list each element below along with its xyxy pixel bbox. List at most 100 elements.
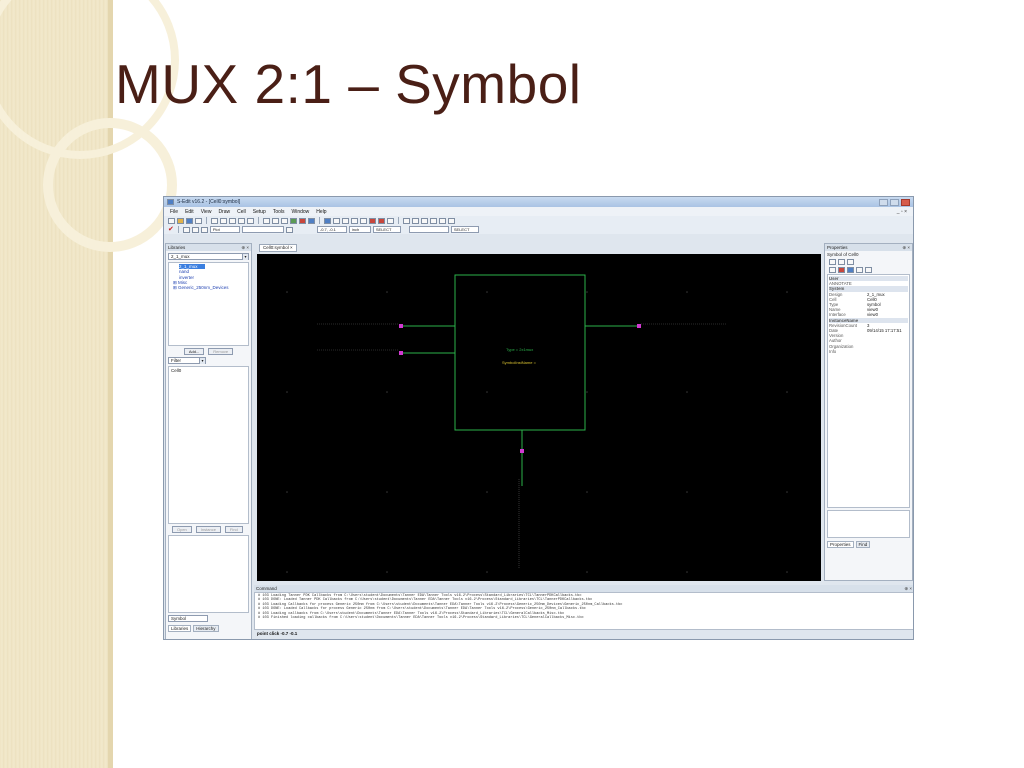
arrow-icon[interactable] bbox=[200, 226, 208, 233]
property-description bbox=[827, 510, 910, 538]
simulate-icon[interactable] bbox=[290, 217, 297, 224]
new-property-icon[interactable] bbox=[829, 259, 836, 265]
undo-icon[interactable] bbox=[238, 217, 245, 224]
command-log: # 103 Loading Tanner PDK Callbacks from … bbox=[254, 592, 913, 630]
panel-pin-icon[interactable]: ⊕ × bbox=[241, 244, 249, 251]
menu-item-file[interactable]: File bbox=[170, 209, 178, 215]
units-select[interactable]: inch bbox=[348, 226, 371, 233]
schematic-canvas[interactable]: Type = 2x1mux SymbolInstName = bbox=[257, 254, 821, 581]
pin-property-icon[interactable] bbox=[838, 267, 845, 273]
text-tool-icon[interactable] bbox=[387, 217, 394, 224]
property-key: Info bbox=[829, 348, 837, 354]
cut-icon[interactable] bbox=[211, 217, 218, 224]
filter-select[interactable]: Filter ▾ bbox=[168, 357, 206, 364]
layer-select[interactable]: Plot bbox=[209, 226, 240, 233]
mdi-controls[interactable]: _ ▫ × bbox=[897, 209, 907, 215]
box-tool-icon[interactable] bbox=[333, 217, 340, 224]
port-bidir-icon[interactable] bbox=[448, 217, 455, 224]
check-icon[interactable]: ✔ bbox=[168, 226, 174, 233]
toolbar-secondary: ✔ Plot -0.7, -0.1 inch SELECT SELECT bbox=[164, 225, 913, 234]
properties-panel: Properties ⊕ × Symbol of Cell0 User ANNOT… bbox=[824, 243, 913, 581]
circle-tool-icon[interactable] bbox=[351, 217, 358, 224]
style-select[interactable] bbox=[241, 226, 284, 233]
remove-library-button[interactable]: Remove bbox=[208, 348, 234, 355]
pin-tool-icon[interactable] bbox=[378, 217, 385, 224]
mode-select-2[interactable]: SELECT bbox=[450, 226, 479, 233]
tab-properties[interactable]: Properties bbox=[827, 541, 854, 548]
menu-item-window[interactable]: Window bbox=[292, 209, 310, 215]
tree-item-generic-250nm[interactable]: ⊞ Generic_250nm_Devices bbox=[173, 285, 244, 290]
minimize-icon[interactable] bbox=[879, 198, 888, 206]
eval-icon[interactable] bbox=[856, 267, 863, 273]
zoom-out-icon[interactable] bbox=[272, 217, 279, 224]
port-in-icon[interactable] bbox=[430, 217, 437, 224]
maximize-icon[interactable] bbox=[890, 198, 899, 206]
align-icon[interactable] bbox=[403, 217, 410, 224]
new-icon[interactable] bbox=[168, 217, 175, 224]
select-tool-icon[interactable] bbox=[324, 217, 331, 224]
rotate-icon[interactable] bbox=[412, 217, 419, 224]
tab-find[interactable]: Find bbox=[855, 541, 871, 548]
pin-out-marker[interactable] bbox=[637, 324, 641, 328]
print-icon[interactable] bbox=[195, 217, 202, 224]
open-icon[interactable] bbox=[177, 217, 184, 224]
polygon-tool-icon[interactable] bbox=[342, 217, 349, 224]
panel-pin-icon[interactable]: ⊕ × bbox=[902, 244, 910, 251]
flip-icon[interactable] bbox=[421, 217, 428, 224]
properties-toolbar-2 bbox=[825, 266, 912, 274]
port-out-icon[interactable] bbox=[439, 217, 446, 224]
cell-item[interactable]: Cell0 bbox=[171, 368, 246, 373]
mode-field-blank[interactable] bbox=[408, 226, 449, 233]
zoom-in-icon[interactable] bbox=[263, 217, 270, 224]
panel-pin-icon[interactable]: ⊕ × bbox=[904, 585, 912, 592]
color-icon[interactable] bbox=[285, 226, 293, 233]
property-row[interactable]: Info bbox=[829, 349, 908, 354]
view-field[interactable]: Symbol bbox=[168, 615, 208, 622]
menu-bar: File Edit View Draw Cell Setup Tools Window Help… bbox=[164, 207, 913, 216]
pin-b-marker[interactable] bbox=[399, 351, 403, 355]
tab-cell0-symbol[interactable]: Cell0:symbol × bbox=[259, 244, 297, 252]
open-cell-button[interactable]: Open bbox=[172, 526, 192, 533]
color-property-icon[interactable] bbox=[847, 267, 854, 273]
close-icon[interactable] bbox=[901, 198, 910, 206]
menu-item-edit[interactable]: Edit bbox=[185, 209, 194, 215]
snap-icon[interactable] bbox=[182, 226, 190, 233]
netlist-icon[interactable] bbox=[308, 217, 315, 224]
delete-property-icon[interactable] bbox=[838, 259, 845, 265]
menu-item-setup[interactable]: Setup bbox=[253, 209, 266, 215]
add-library-button[interactable]: Add... bbox=[183, 348, 205, 355]
redo-icon[interactable] bbox=[247, 217, 254, 224]
chevron-down-icon[interactable]: ▾ bbox=[242, 254, 248, 260]
zoom-fit-icon[interactable] bbox=[281, 217, 288, 224]
mux-symbol-body[interactable] bbox=[454, 274, 586, 431]
view-list bbox=[168, 535, 249, 613]
instance-cell-button[interactable]: Instance bbox=[195, 526, 221, 533]
pin-a-marker[interactable] bbox=[399, 324, 403, 328]
paste-icon[interactable] bbox=[229, 217, 236, 224]
stop-icon[interactable] bbox=[299, 217, 306, 224]
menu-item-view[interactable]: View bbox=[201, 209, 212, 215]
tab-hierarchy[interactable]: Hierarchy bbox=[193, 625, 219, 632]
menu-item-help[interactable]: Help bbox=[316, 209, 326, 215]
tree-item-generic-label: Generic_250nm_Devices bbox=[178, 285, 229, 291]
category-icon[interactable] bbox=[829, 267, 836, 273]
filter-label: Filter bbox=[171, 358, 181, 363]
command-input[interactable]: point click -0.7 -0.1 bbox=[254, 630, 913, 637]
save-icon[interactable] bbox=[186, 217, 193, 224]
grid-icon[interactable] bbox=[191, 226, 199, 233]
menu-item-tools[interactable]: Tools bbox=[273, 209, 285, 215]
find-cell-button[interactable]: Find bbox=[224, 526, 243, 533]
line-tool-icon[interactable] bbox=[360, 217, 367, 224]
copy-icon[interactable] bbox=[220, 217, 227, 224]
library-select[interactable]: 2_1_mux ▾ bbox=[168, 253, 249, 260]
command-window-title: Command bbox=[256, 586, 277, 591]
mode-select-1[interactable]: SELECT bbox=[372, 226, 401, 233]
pin-sel-marker[interactable] bbox=[520, 449, 524, 453]
sort-property-icon[interactable] bbox=[847, 259, 854, 265]
wire-tool-icon[interactable] bbox=[369, 217, 376, 224]
menu-item-cell[interactable]: Cell bbox=[237, 209, 246, 215]
chevron-down-icon[interactable]: ▾ bbox=[199, 358, 205, 364]
tab-libraries[interactable]: Libraries bbox=[168, 625, 192, 632]
menu-item-draw[interactable]: Draw bbox=[218, 209, 230, 215]
help-icon[interactable] bbox=[865, 267, 872, 273]
